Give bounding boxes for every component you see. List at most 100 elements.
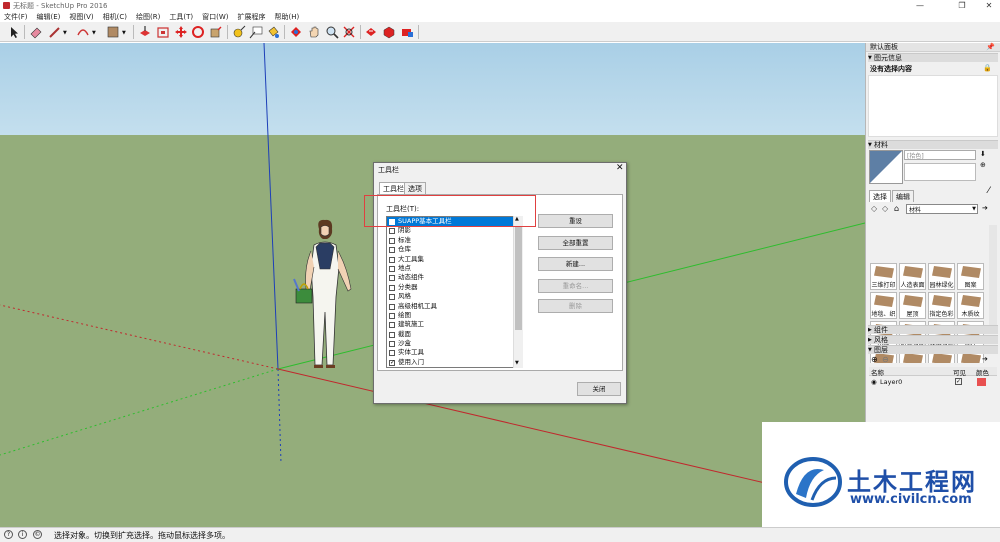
menu-extensions[interactable]: 扩展程序: [237, 12, 265, 22]
toolbar-checkbox[interactable]: [389, 331, 395, 338]
help-info-icon[interactable]: ?: [4, 530, 13, 539]
toolbar-checkbox[interactable]: [389, 322, 395, 329]
rotate-icon[interactable]: [191, 25, 205, 39]
home-icon[interactable]: ⌂: [894, 204, 899, 213]
scroll-thumb[interactable]: [515, 226, 522, 330]
material-thumbnail[interactable]: 屋顶: [899, 292, 926, 319]
toolbar-checkbox[interactable]: [389, 275, 395, 282]
menu-tools[interactable]: 工具(T): [169, 12, 193, 22]
toolbar-list-item[interactable]: 动态组件: [387, 273, 522, 282]
menu-view[interactable]: 视图(V): [69, 12, 93, 22]
material-thumbnail[interactable]: 指定色彩: [928, 292, 955, 319]
menu-help[interactable]: 帮助(H): [274, 12, 299, 22]
share-model-icon[interactable]: [382, 25, 396, 39]
details-arrow-icon[interactable]: ➔: [982, 204, 988, 212]
forward-arrow-icon[interactable]: ◇: [882, 204, 888, 213]
minimize-button[interactable]: —: [909, 0, 931, 11]
material-library-select[interactable]: 材料 ▼: [906, 204, 978, 214]
back-arrow-icon[interactable]: ◇: [871, 204, 877, 213]
line-dropdown-chevron-icon[interactable]: ▼: [63, 30, 67, 36]
material-thumbnail[interactable]: 地毯、织: [870, 292, 897, 319]
reset-button[interactable]: 重设: [538, 214, 613, 228]
toolbar-list-item[interactable]: 建筑施工: [387, 320, 522, 329]
styles-header[interactable]: 风格: [868, 335, 998, 345]
material-thumbnail[interactable]: 木质纹: [957, 292, 984, 319]
toolbar-list-item[interactable]: 绘图: [387, 311, 522, 320]
pan-hand-icon[interactable]: [307, 25, 321, 39]
material-description-field[interactable]: [904, 163, 976, 181]
scroll-down-icon[interactable]: ▼: [515, 360, 519, 366]
toolbar-list-item[interactable]: 截面: [387, 330, 522, 339]
dialog-close-icon[interactable]: ✕: [616, 163, 624, 173]
toolbar-checkbox[interactable]: [389, 294, 395, 301]
credits-icon[interactable]: ©: [33, 530, 42, 539]
rectangle-icon[interactable]: [106, 25, 120, 39]
new-toolbar-button[interactable]: 新建...: [538, 257, 613, 271]
toolbar-list[interactable]: SUAPP基本工具栏 阴影 标准 仓库 大工具集 地点 动态组件 分类器 风格 高级相机工具 绘图建…: [386, 216, 523, 368]
toolbar-checkbox[interactable]: [389, 237, 395, 244]
tray-pin-icon[interactable]: 📌: [986, 43, 995, 51]
material-thumbnail[interactable]: 三维打印: [870, 263, 897, 290]
geo-location-icon[interactable]: i: [18, 530, 27, 539]
add-layer-icon[interactable]: ⊕: [871, 355, 878, 364]
materials-tab-edit[interactable]: 编辑: [892, 190, 914, 202]
menu-file[interactable]: 文件(F): [4, 12, 28, 22]
layer-color-swatch[interactable]: [977, 378, 986, 386]
components-header[interactable]: 组件: [868, 325, 998, 335]
maximize-button[interactable]: ❐: [951, 0, 973, 11]
extension-warehouse-icon[interactable]: [400, 25, 414, 39]
toolbar-checkbox[interactable]: [389, 256, 395, 263]
toolbar-checkbox[interactable]: ✓: [389, 359, 395, 366]
arc-icon[interactable]: [76, 25, 90, 39]
toolbar-list-item[interactable]: 标准: [387, 236, 522, 245]
close-window-button[interactable]: ✕: [978, 0, 1000, 11]
text-label-icon[interactable]: [249, 25, 263, 39]
toolbar-checkbox[interactable]: [389, 247, 395, 254]
menu-camera[interactable]: 相机(C): [103, 12, 127, 22]
materials-header[interactable]: 材料: [868, 140, 998, 150]
pencil-line-icon[interactable]: [48, 25, 62, 39]
close-button[interactable]: 关闭: [577, 382, 621, 396]
material-thumbnail[interactable]: 园林绿化: [928, 263, 955, 290]
toolbar-list-item[interactable]: 分类器: [387, 283, 522, 292]
layer-visible-checkbox[interactable]: ✓: [955, 378, 962, 385]
toolbar-list-item[interactable]: 阴影: [387, 226, 522, 235]
entity-info-lock-icon[interactable]: 🔒: [983, 64, 992, 72]
toolbar-checkbox[interactable]: [389, 312, 395, 319]
toolbar-list-item[interactable]: 地点: [387, 264, 522, 273]
move-icon[interactable]: [174, 25, 188, 39]
toolbar-checkbox[interactable]: [389, 265, 395, 272]
toolbar-checkbox[interactable]: [389, 284, 395, 291]
material-scrollbar[interactable]: [989, 225, 997, 325]
entity-info-header[interactable]: 图元信息: [868, 53, 998, 63]
layers-header[interactable]: 图层: [868, 345, 998, 355]
materials-tab-select[interactable]: 选择: [869, 190, 891, 202]
warehouse-icon[interactable]: [364, 25, 378, 39]
toolbar-checkbox[interactable]: [389, 341, 395, 348]
material-pin-icon[interactable]: ⬇: [980, 150, 986, 158]
select-arrow-icon[interactable]: [7, 25, 21, 39]
delete-button[interactable]: 删除: [538, 299, 613, 313]
toolbar-list-item[interactable]: 仓库: [387, 245, 522, 254]
zoom-extents-icon[interactable]: [342, 25, 356, 39]
active-layer-radio-icon[interactable]: ◉: [871, 378, 877, 386]
toolbar-checkbox[interactable]: [389, 350, 395, 357]
toolbar-checkbox[interactable]: [389, 303, 395, 310]
sample-paint-icon[interactable]: ⁄: [988, 186, 990, 196]
arc-dropdown-chevron-icon[interactable]: ▼: [92, 30, 96, 36]
tape-measure-icon[interactable]: [232, 25, 246, 39]
material-name-input[interactable]: [拾色]: [904, 150, 976, 160]
push-pull-icon[interactable]: [138, 25, 152, 39]
layer-row[interactable]: ◉ Layer0 ✓: [869, 377, 997, 387]
create-material-icon[interactable]: ⊕: [980, 161, 986, 169]
toolbar-list-item[interactable]: 风格: [387, 292, 522, 301]
layer-details-icon[interactable]: ➔: [982, 355, 988, 363]
toolbar-list-item[interactable]: 高级相机工具: [387, 302, 522, 311]
menu-window[interactable]: 窗口(W): [202, 12, 228, 22]
shape-dropdown-chevron-icon[interactable]: ▼: [122, 30, 126, 36]
rename-button[interactable]: 重命名...: [538, 279, 613, 293]
orbit-icon[interactable]: [289, 25, 303, 39]
toolbar-list-item[interactable]: ✓ 使用入门: [387, 358, 522, 367]
offset-icon[interactable]: [156, 25, 170, 39]
zoom-icon[interactable]: [325, 25, 339, 39]
